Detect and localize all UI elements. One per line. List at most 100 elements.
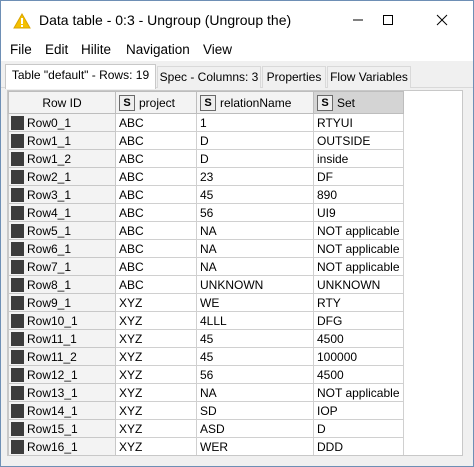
row-id-cell[interactable]: Row14_1 xyxy=(8,401,116,420)
column-header-relation-name[interactable]: SrelationName xyxy=(196,91,314,114)
relation-name-cell[interactable]: 4LLL xyxy=(196,311,314,330)
relation-name-cell[interactable]: NA xyxy=(196,257,314,276)
table-row[interactable]: Row7_1 ABC NA NOT applicable xyxy=(8,257,404,276)
set-cell[interactable]: NOT applicable xyxy=(313,221,404,240)
project-cell[interactable]: XYZ xyxy=(115,437,197,455)
relation-name-cell[interactable]: WE xyxy=(196,293,314,312)
table-row[interactable]: Row10_1 XYZ 4LLL DFG xyxy=(8,311,404,330)
row-id-cell[interactable]: Row11_2 xyxy=(8,347,116,366)
set-cell[interactable]: 100000 xyxy=(313,347,404,366)
maximize-button[interactable] xyxy=(365,1,411,39)
table-row[interactable]: Row11_2 XYZ 45 100000 xyxy=(8,347,404,366)
table-row[interactable]: Row1_2 ABC Dinside xyxy=(8,149,404,168)
project-cell[interactable]: ABC xyxy=(115,203,197,222)
set-cell[interactable]: UI9 xyxy=(313,203,404,222)
row-id-cell[interactable]: Row9_1 xyxy=(8,293,116,312)
table-row[interactable]: Row0_1 ABC 1 RTYUI xyxy=(8,113,404,132)
row-id-cell[interactable]: Row8_1 xyxy=(8,275,116,294)
project-cell[interactable]: ABC xyxy=(115,113,197,132)
set-cell[interactable]: RTY xyxy=(313,293,404,312)
row-id-cell[interactable]: Row3_1 xyxy=(8,185,116,204)
set-cell[interactable]: IOP xyxy=(313,401,404,420)
menu-view[interactable]: View xyxy=(203,42,232,57)
row-id-cell[interactable]: Row10_1 xyxy=(8,311,116,330)
set-cell[interactable]: DDD xyxy=(313,437,404,455)
row-id-cell[interactable]: Row5_1 xyxy=(8,221,116,240)
relation-name-cell[interactable]: 45 xyxy=(196,347,314,366)
project-cell[interactable]: XYZ xyxy=(115,293,197,312)
table-row[interactable]: Row8_1 ABC UNKNOWN UNKNOWN xyxy=(8,275,404,294)
relation-name-cell[interactable]: D xyxy=(196,149,314,168)
relation-name-cell[interactable]: 56 xyxy=(196,365,314,384)
column-header-row-id[interactable]: Row ID xyxy=(8,91,116,114)
row-id-cell[interactable]: Row0_1 xyxy=(8,113,116,132)
table-row[interactable]: Row4_1 ABC 56 UI9 xyxy=(8,203,404,222)
relation-name-cell[interactable]: 45 xyxy=(196,329,314,348)
table-row[interactable]: Row15_1 XYZ ASD D xyxy=(8,419,404,438)
row-id-cell[interactable]: Row15_1 xyxy=(8,419,116,438)
project-cell[interactable]: ABC xyxy=(115,185,197,204)
project-cell[interactable]: ABC xyxy=(115,221,197,240)
menu-hilite[interactable]: Hilite xyxy=(81,42,111,57)
set-cell[interactable]: DFG xyxy=(313,311,404,330)
row-id-cell[interactable]: Row4_1 xyxy=(8,203,116,222)
set-cell[interactable]: RTYUI xyxy=(313,113,404,132)
relation-name-cell[interactable]: NA xyxy=(196,383,314,402)
column-header-project[interactable]: Sproject xyxy=(115,91,197,114)
table-row[interactable]: Row11_1 XYZ 45 4500 xyxy=(8,329,404,348)
relation-name-cell[interactable]: 1 xyxy=(196,113,314,132)
relation-name-cell[interactable]: 45 xyxy=(196,185,314,204)
relation-name-cell[interactable]: NA xyxy=(196,221,314,240)
project-cell[interactable]: XYZ xyxy=(115,311,197,330)
project-cell[interactable]: ABC xyxy=(115,239,197,258)
project-cell[interactable]: ABC xyxy=(115,167,197,186)
column-header-set[interactable]: S Set xyxy=(313,91,404,114)
row-id-cell[interactable]: Row6_1 xyxy=(8,239,116,258)
tab-flow-variables[interactable]: Flow Variables xyxy=(327,66,411,88)
table-row[interactable]: Row3_1 ABC 45 890 xyxy=(8,185,404,204)
set-cell[interactable]: D xyxy=(313,419,404,438)
row-id-cell[interactable]: Row12_1 xyxy=(8,365,116,384)
close-button[interactable] xyxy=(419,1,465,39)
project-cell[interactable]: ABC xyxy=(115,149,197,168)
project-cell[interactable]: ABC xyxy=(115,131,197,150)
menu-navigation[interactable]: Navigation xyxy=(126,42,190,57)
set-cell[interactable]: NOT applicable xyxy=(313,383,404,402)
title-bar[interactable]: Data table - 0:3 - Ungroup (Ungroup the) xyxy=(1,1,473,39)
set-cell[interactable]: 4500 xyxy=(313,365,404,384)
row-id-cell[interactable]: Row13_1 xyxy=(8,383,116,402)
set-cell[interactable]: UNKNOWN xyxy=(313,275,404,294)
table-row[interactable]: Row16_1 XYZ WER DDD xyxy=(8,437,404,455)
relation-name-cell[interactable]: 23 xyxy=(196,167,314,186)
table-row[interactable]: Row2_1 ABC 23 DF xyxy=(8,167,404,186)
table-row[interactable]: Row13_1 XYZ NA NOT applicable xyxy=(8,383,404,402)
tab-spec[interactable]: Spec - Columns: 3 xyxy=(157,66,261,88)
relation-name-cell[interactable]: NA xyxy=(196,239,314,258)
table-row[interactable]: Row14_1 XYZ SD IOP xyxy=(8,401,404,420)
set-cell[interactable]: DF xyxy=(313,167,404,186)
data-table-view[interactable]: Row ID Sproject SrelationName S Set Row0_… xyxy=(7,90,463,456)
relation-name-cell[interactable]: 56 xyxy=(196,203,314,222)
row-id-cell[interactable]: Row7_1 xyxy=(8,257,116,276)
table-row[interactable]: Row6_1 ABC NA NOT applicable xyxy=(8,239,404,258)
row-id-cell[interactable]: Row16_1 xyxy=(8,437,116,455)
row-id-cell[interactable]: Row1_2 xyxy=(8,149,116,168)
table-row[interactable]: Row12_1 XYZ 56 4500 xyxy=(8,365,404,384)
set-cell[interactable]: 890 xyxy=(313,185,404,204)
tab-properties[interactable]: Properties xyxy=(262,66,326,88)
set-cell[interactable]: 4500 xyxy=(313,329,404,348)
row-id-cell[interactable]: Row11_1 xyxy=(8,329,116,348)
project-cell[interactable]: XYZ xyxy=(115,401,197,420)
set-cell[interactable]: inside xyxy=(313,149,404,168)
tab-table-default[interactable]: Table "default" - Rows: 19 xyxy=(5,64,156,89)
relation-name-cell[interactable]: WER xyxy=(196,437,314,455)
project-cell[interactable]: ABC xyxy=(115,275,197,294)
set-cell[interactable]: OUTSIDE xyxy=(313,131,404,150)
menu-edit[interactable]: Edit xyxy=(45,42,68,57)
project-cell[interactable]: XYZ xyxy=(115,329,197,348)
relation-name-cell[interactable]: UNKNOWN xyxy=(196,275,314,294)
project-cell[interactable]: XYZ xyxy=(115,383,197,402)
relation-name-cell[interactable]: SD xyxy=(196,401,314,420)
row-id-cell[interactable]: Row2_1 xyxy=(8,167,116,186)
table-row[interactable]: Row9_1 XYZ WE RTY xyxy=(8,293,404,312)
